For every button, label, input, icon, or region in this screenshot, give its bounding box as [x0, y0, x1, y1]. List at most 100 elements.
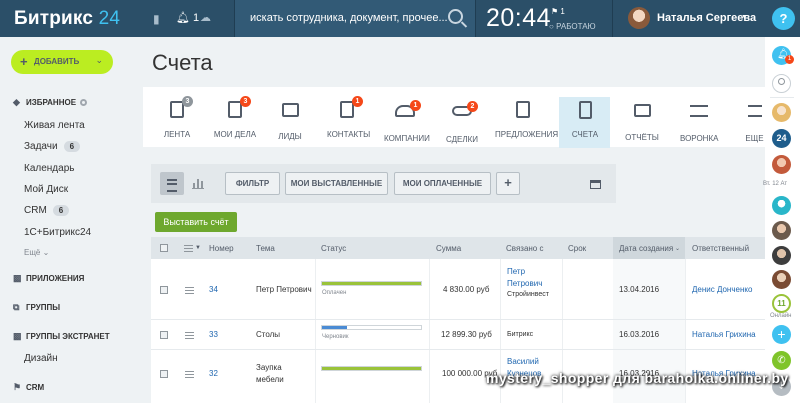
user-avatar[interactable] — [628, 7, 650, 29]
my-paid-button[interactable]: МОИ ОПЛАЧЕННЫЕ — [394, 172, 491, 195]
row-divider — [151, 349, 771, 350]
sidebar-item-1c[interactable]: 1С+Битрикс24 — [24, 227, 91, 238]
tasks-count-badge: 6 — [63, 141, 81, 152]
invoice-number[interactable]: 32 — [209, 369, 218, 378]
rail-divider — [770, 97, 794, 98]
list-view-icon[interactable] — [160, 172, 184, 195]
column-due[interactable]: Срок — [568, 244, 586, 253]
phone-icon[interactable]: ✆ — [772, 351, 791, 370]
online-label: Онлайн — [770, 313, 792, 319]
column-owner[interactable]: Ответственный — [692, 244, 749, 253]
owner-link[interactable]: Денис Донченко — [692, 285, 752, 294]
chat-icon[interactable]: ▮ — [153, 12, 160, 26]
help-button[interactable]: ? — [772, 7, 795, 30]
column-sum[interactable]: Сумма — [436, 244, 461, 253]
clock[interactable]: 20:44 — [486, 4, 551, 33]
contact-avatar[interactable] — [772, 196, 791, 215]
linked-contact[interactable]: Петр — [507, 267, 525, 276]
notifications-icon[interactable]: 🔔︎ 1 — [176, 11, 199, 24]
row-menu-icon[interactable] — [185, 371, 194, 378]
column-topic[interactable]: Тема — [256, 244, 275, 253]
sidebar-groups[interactable]: ⧉ ГРУППЫ — [13, 302, 60, 313]
column-settings-icon[interactable] — [184, 245, 193, 252]
contact-avatar[interactable] — [772, 246, 791, 265]
online-counter[interactable]: 11 — [772, 294, 791, 313]
tab-feed[interactable]: 3 ЛЕНТА — [160, 96, 194, 139]
tablet-icon[interactable] — [590, 180, 601, 189]
cloud-icon[interactable]: ☁ — [200, 11, 211, 24]
share-icon: ⧉ — [13, 302, 20, 312]
tab-deals[interactable]: 2 СДЕЛКИ — [446, 100, 478, 144]
add-chat-button[interactable]: + — [772, 325, 791, 344]
quotes-icon — [516, 101, 530, 118]
search-box[interactable]: искать сотрудника, документ, прочее... — [235, 0, 475, 37]
owner-link[interactable]: Наталья Грихина — [692, 330, 756, 339]
sidebar-favorites[interactable]: ◆ ИЗБРАННОЕ — [13, 97, 88, 108]
sidebar-item-calendar[interactable]: Календарь — [24, 163, 74, 174]
sidebar-more[interactable]: Ещё ⌄ — [24, 248, 49, 257]
sidebar-item-disk[interactable]: Мой Диск — [24, 184, 68, 195]
tab-my-activities[interactable]: 3 МОИ ДЕЛА — [213, 96, 257, 139]
status-progress[interactable] — [321, 366, 422, 371]
row-checkbox[interactable] — [160, 370, 168, 378]
chevron-down-icon: ⌄ — [95, 55, 103, 65]
logo[interactable]: Битрикс 24 — [14, 8, 120, 30]
column-linked[interactable]: Связано с — [506, 244, 543, 253]
row-checkbox[interactable] — [160, 331, 168, 339]
search-users-icon[interactable] — [772, 74, 791, 93]
sidebar-item-design[interactable]: Дизайн — [24, 353, 58, 364]
deals-badge: 2 — [467, 101, 478, 112]
select-all-checkbox[interactable] — [160, 244, 168, 252]
filter-button[interactable]: ФИЛЬТР — [225, 172, 280, 195]
tab-quotes[interactable]: ПРЕДЛОЖЕНИЯ — [495, 100, 558, 139]
tab-invoices[interactable]: СЧЕТА — [570, 100, 600, 139]
contact-avatar[interactable] — [772, 221, 791, 240]
linked-contact[interactable]: Василий — [507, 357, 539, 366]
invoice-number[interactable]: 34 — [209, 285, 218, 294]
contact-avatar[interactable] — [772, 103, 791, 122]
notifications-rail-icon[interactable]: 🔔︎ 1 — [772, 46, 794, 65]
row-checkbox[interactable] — [160, 286, 168, 294]
contact-avatar[interactable] — [772, 270, 791, 289]
add-invoice-button[interactable]: Выставить счёт — [155, 212, 237, 232]
column-status[interactable]: Статус — [321, 244, 346, 253]
tab-more[interactable]: ЕЩЕ — [744, 100, 765, 143]
contact-avatar[interactable] — [772, 155, 791, 174]
sidebar-apps[interactable]: ▩ ПРИЛОЖЕНИЯ — [13, 273, 84, 284]
invoice-number[interactable]: 33 — [209, 330, 218, 339]
sidebar-item-tasks[interactable]: Задачи 6 — [24, 141, 81, 152]
row-menu-icon[interactable] — [185, 332, 194, 339]
chevron-down-icon[interactable]: ▼ — [741, 14, 748, 21]
row-menu-icon[interactable] — [185, 287, 194, 294]
tab-leads[interactable]: ЛИДЫ — [275, 100, 305, 141]
sidebar-crm[interactable]: ⚑ CRM — [13, 382, 44, 393]
companies-badge: 1 — [410, 100, 421, 111]
bitrix24-avatar[interactable]: 24 — [772, 129, 791, 148]
tab-reports[interactable]: ОТЧЁТЫ — [624, 100, 660, 142]
linked-contact[interactable]: Петрович — [507, 279, 542, 288]
chart-view-icon[interactable] — [192, 178, 204, 189]
sidebar-item-feed[interactable]: Живая лента — [24, 120, 85, 131]
status-progress[interactable] — [321, 325, 422, 330]
add-filter-button[interactable]: + — [496, 172, 520, 195]
chevron-down-icon[interactable]: ▼ — [195, 245, 201, 251]
sidebar-extranet[interactable]: ▩ ГРУППЫ ЭКСТРАНЕТ — [13, 331, 110, 342]
sort-desc-icon[interactable]: ⌄ — [675, 245, 680, 252]
gear-icon[interactable] — [80, 99, 88, 106]
status-label: Оплачен — [322, 290, 347, 296]
sidebar-item-crm[interactable]: CRM 6 — [24, 205, 70, 216]
tab-companies[interactable]: 1 КОМПАНИИ — [384, 100, 430, 143]
work-status[interactable]: ○ РАБОТАЮ — [549, 22, 596, 31]
column-created[interactable]: Дата создания — [619, 244, 673, 253]
search-input[interactable]: искать сотрудника, документ, прочее... — [250, 12, 448, 24]
tab-funnel[interactable]: ВОРОНКА — [680, 100, 718, 143]
column-number[interactable]: Номер — [209, 244, 234, 253]
header-divider — [612, 0, 613, 37]
status-progress[interactable] — [321, 281, 422, 286]
page-title: Счета — [152, 50, 213, 75]
top-header: Битрикс 24 ▮ 🔔︎ 1 ☁ искать сотрудника, д… — [0, 0, 800, 37]
add-button[interactable]: + ДОБАВИТЬ ⌄ — [11, 50, 113, 74]
tab-contacts[interactable]: 1 КОНТАКТЫ — [327, 96, 370, 139]
my-issued-button[interactable]: МОИ ВЫСТАВЛЕННЫЕ — [285, 172, 388, 195]
search-icon[interactable] — [448, 9, 463, 24]
